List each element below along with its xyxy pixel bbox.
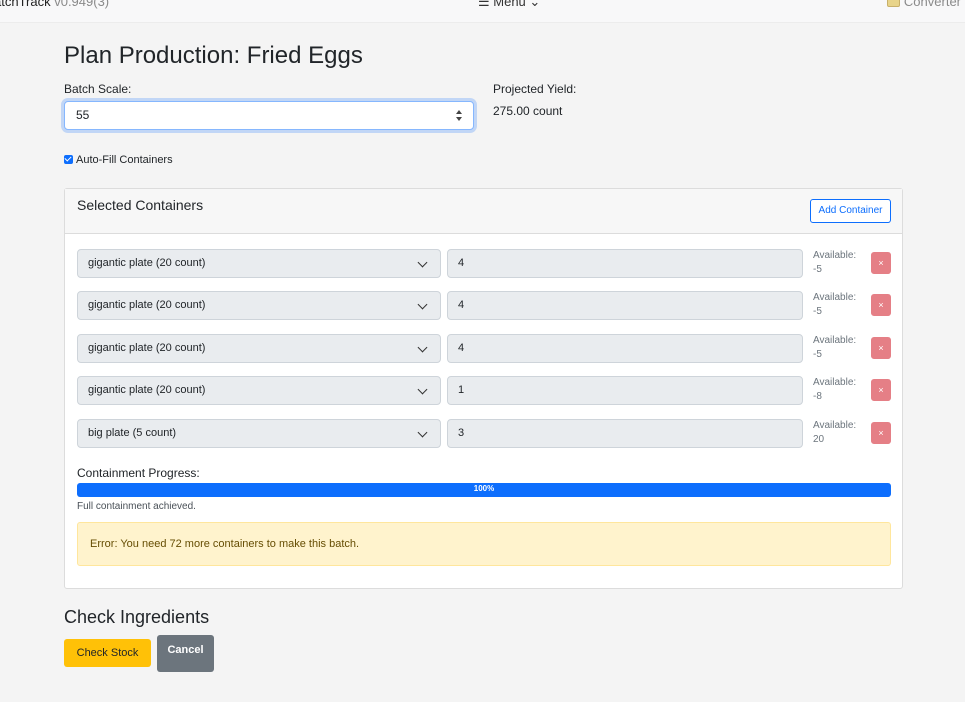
chevron-down-icon: [417, 384, 428, 395]
remove-container-button[interactable]: ×: [871, 422, 891, 444]
container-availability: Available: 20: [813, 420, 857, 445]
chevron-down-icon: [417, 427, 428, 438]
chevron-down-icon: [417, 342, 428, 353]
selected-containers-card: Selected Containers Add Container gigant…: [64, 188, 903, 589]
converter-icon: [886, 0, 900, 7]
containment-status-text: Full containment achieved.: [77, 501, 196, 512]
progress-fill: 100%: [77, 483, 891, 497]
chevron-down-icon: [417, 299, 428, 310]
autofill-toggle[interactable]: Auto-Fill Containers: [64, 154, 173, 166]
projected-yield-label: Projected Yield:: [493, 82, 577, 96]
remove-container-button[interactable]: ×: [871, 252, 891, 274]
card-header: Selected Containers Add Container: [65, 189, 902, 234]
page-title: Plan Production: Fried Eggs: [64, 42, 363, 69]
container-row: gigantic plate (20 count) 4 Available: -5…: [65, 334, 902, 363]
autofill-label: Auto-Fill Containers: [76, 154, 173, 166]
container-select[interactable]: gigantic plate (20 count): [77, 249, 441, 278]
remove-container-button[interactable]: ×: [871, 337, 891, 359]
container-quantity-input[interactable]: 4: [447, 249, 803, 278]
converter-link[interactable]: Converter: [886, 0, 961, 9]
container-select[interactable]: big plate (5 count): [77, 419, 441, 448]
container-row: gigantic plate (20 count) 4 Available: -5…: [65, 249, 902, 278]
chevron-down-icon: [417, 257, 428, 268]
top-navbar: atchTrack v0.949(3) ☰ Menu ⌄ Converter: [0, 0, 965, 23]
number-spinner-icon[interactable]: [456, 109, 463, 122]
app-version: v0.949(3): [54, 0, 110, 9]
brand-link[interactable]: atchTrack v0.949(3): [0, 0, 109, 9]
batch-scale-label: Batch Scale:: [64, 82, 132, 96]
container-select[interactable]: gigantic plate (20 count): [77, 334, 441, 363]
container-availability: Available: -5: [813, 250, 857, 275]
containment-progress-bar: 100%: [77, 483, 891, 497]
menu-dropdown[interactable]: ☰ Menu ⌄: [478, 0, 540, 10]
cancel-button[interactable]: Cancel: [157, 635, 214, 672]
container-row: gigantic plate (20 count) 4 Available: -5…: [65, 291, 902, 320]
autofill-checkbox[interactable]: [64, 155, 73, 164]
add-container-button[interactable]: Add Container: [810, 199, 891, 223]
containment-progress-label: Containment Progress:: [77, 466, 200, 480]
container-select[interactable]: gigantic plate (20 count): [77, 291, 441, 320]
remove-container-button[interactable]: ×: [871, 379, 891, 401]
container-row: gigantic plate (20 count) 1 Available: -8…: [65, 376, 902, 405]
projected-yield-value: 275.00 count: [493, 104, 563, 118]
batch-scale-value: 55: [76, 108, 90, 122]
container-row: big plate (5 count) 3 Available: 20 ×: [65, 419, 902, 448]
remove-container-button[interactable]: ×: [871, 294, 891, 316]
check-ingredients-heading: Check Ingredients: [64, 607, 210, 627]
container-error-alert: Error: You need 72 more containers to ma…: [77, 522, 891, 566]
container-quantity-input[interactable]: 3: [447, 419, 803, 448]
card-title: Selected Containers: [77, 197, 204, 213]
container-quantity-input[interactable]: 4: [447, 291, 803, 320]
check-stock-button[interactable]: Check Stock: [64, 639, 151, 667]
container-availability: Available: -5: [813, 292, 857, 317]
container-quantity-input[interactable]: 1: [447, 376, 803, 405]
container-select[interactable]: gigantic plate (20 count): [77, 376, 441, 405]
batch-scale-input[interactable]: 55: [64, 101, 474, 130]
container-availability: Available: -5: [813, 335, 857, 360]
container-quantity-input[interactable]: 4: [447, 334, 803, 363]
container-availability: Available: -8: [813, 377, 857, 402]
